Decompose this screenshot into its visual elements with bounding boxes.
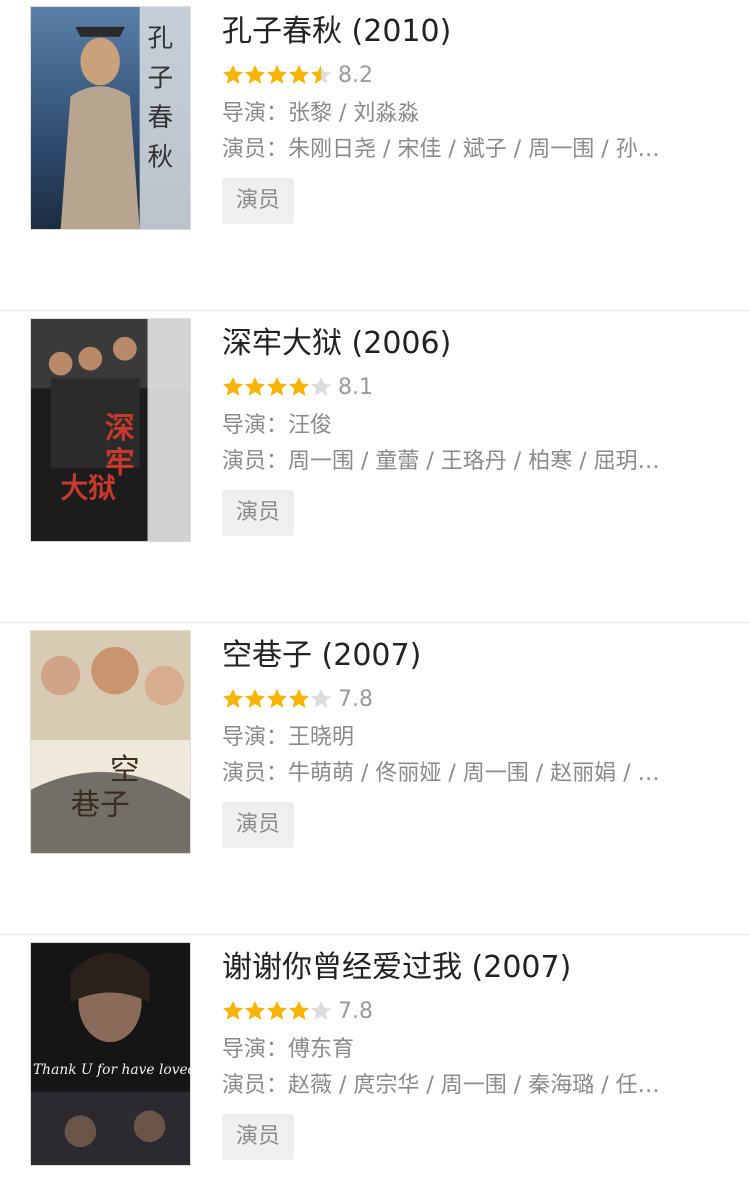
rating: 8.2 [222,60,730,90]
rating-score: 8.1 [338,374,373,400]
svg-text:春: 春 [148,103,174,133]
movie-poster[interactable]: 空 巷子 [30,630,191,854]
star-rating [222,64,332,86]
list-item[interactable]: 空 巷子 空巷子 (2007) 7.8 导演：王晓明 演员：牛萌萌 / 佟丽娅 … [0,624,750,935]
svg-text:子: 子 [148,63,174,93]
actors-line: 演员：周一围 / 童蕾 / 王珞丹 / 柏寒 / 屈玥… [222,449,660,474]
movie-title[interactable]: 深牢大狱 (2006) [222,324,730,364]
list-item[interactable]: 深 牢 大狱 深牢大狱 (2006) 8.1 导演：汪俊 演员：周一围 / 童蕾… [0,312,750,623]
list-item[interactable]: 孔 子 春 秋 孔子春秋 (2010) 8.2 导演：张黎 / 刘淼淼 演员：朱… [0,0,750,311]
director-line: 导演：汪俊 [222,413,333,438]
movie-title[interactable]: 孔子春秋 (2010) [222,12,730,52]
actor-tag-button[interactable]: 演员 [222,1114,295,1160]
svg-text:秋: 秋 [148,143,174,173]
svg-text:空: 空 [110,752,140,787]
movie-poster[interactable]: Thank U for have loved m [30,942,191,1166]
list-item[interactable]: Thank U for have loved m 谢谢你曾经爱过我 (2007) [0,936,750,1201]
rating: 7.8 [222,684,730,714]
director-line: 导演：张黎 / 刘淼淼 [222,101,420,126]
star-rating [222,1000,332,1022]
svg-text:Thank U for have loved m: Thank U for have loved m [33,1062,190,1078]
movie-list: 孔 子 春 秋 孔子春秋 (2010) 8.2 导演：张黎 / 刘淼淼 演员：朱… [0,0,750,1201]
movie-poster[interactable]: 孔 子 春 秋 [30,6,191,230]
actors-line: 演员：赵薇 / 庹宗华 / 周一围 / 秦海璐 / 任… [222,1073,660,1098]
director-line: 导演：王晓明 [222,725,355,750]
actor-tag-button[interactable]: 演员 [222,490,295,536]
star-icon [222,64,321,86]
rating: 8.1 [222,372,730,402]
star-rating [222,688,332,710]
svg-text:巷子: 巷子 [71,786,130,821]
movie-title[interactable]: 空巷子 (2007) [222,636,730,676]
star-icon [222,1000,310,1022]
svg-text:孔: 孔 [148,24,174,54]
star-rating [222,376,332,398]
star-icon [222,376,310,398]
actors-line: 演员：朱刚日尧 / 宋佳 / 斌子 / 周一围 / 孙… [222,137,660,162]
rating: 7.8 [222,996,730,1026]
rating-score: 7.8 [338,998,373,1024]
actor-tag-button[interactable]: 演员 [222,802,295,848]
actors-line: 演员：牛萌萌 / 佟丽娅 / 周一围 / 赵丽娟 / … [222,761,660,786]
director-line: 导演：傅东育 [222,1037,355,1062]
movie-title[interactable]: 谢谢你曾经爱过我 (2007) [222,948,730,988]
rating-score: 8.2 [338,62,373,88]
svg-text:大狱: 大狱 [61,471,117,504]
movie-poster[interactable]: 深 牢 大狱 [30,318,191,542]
star-icon [222,688,310,710]
actor-tag-button[interactable]: 演员 [222,178,295,224]
rating-score: 7.8 [338,686,373,712]
svg-text:深: 深 [105,410,135,445]
